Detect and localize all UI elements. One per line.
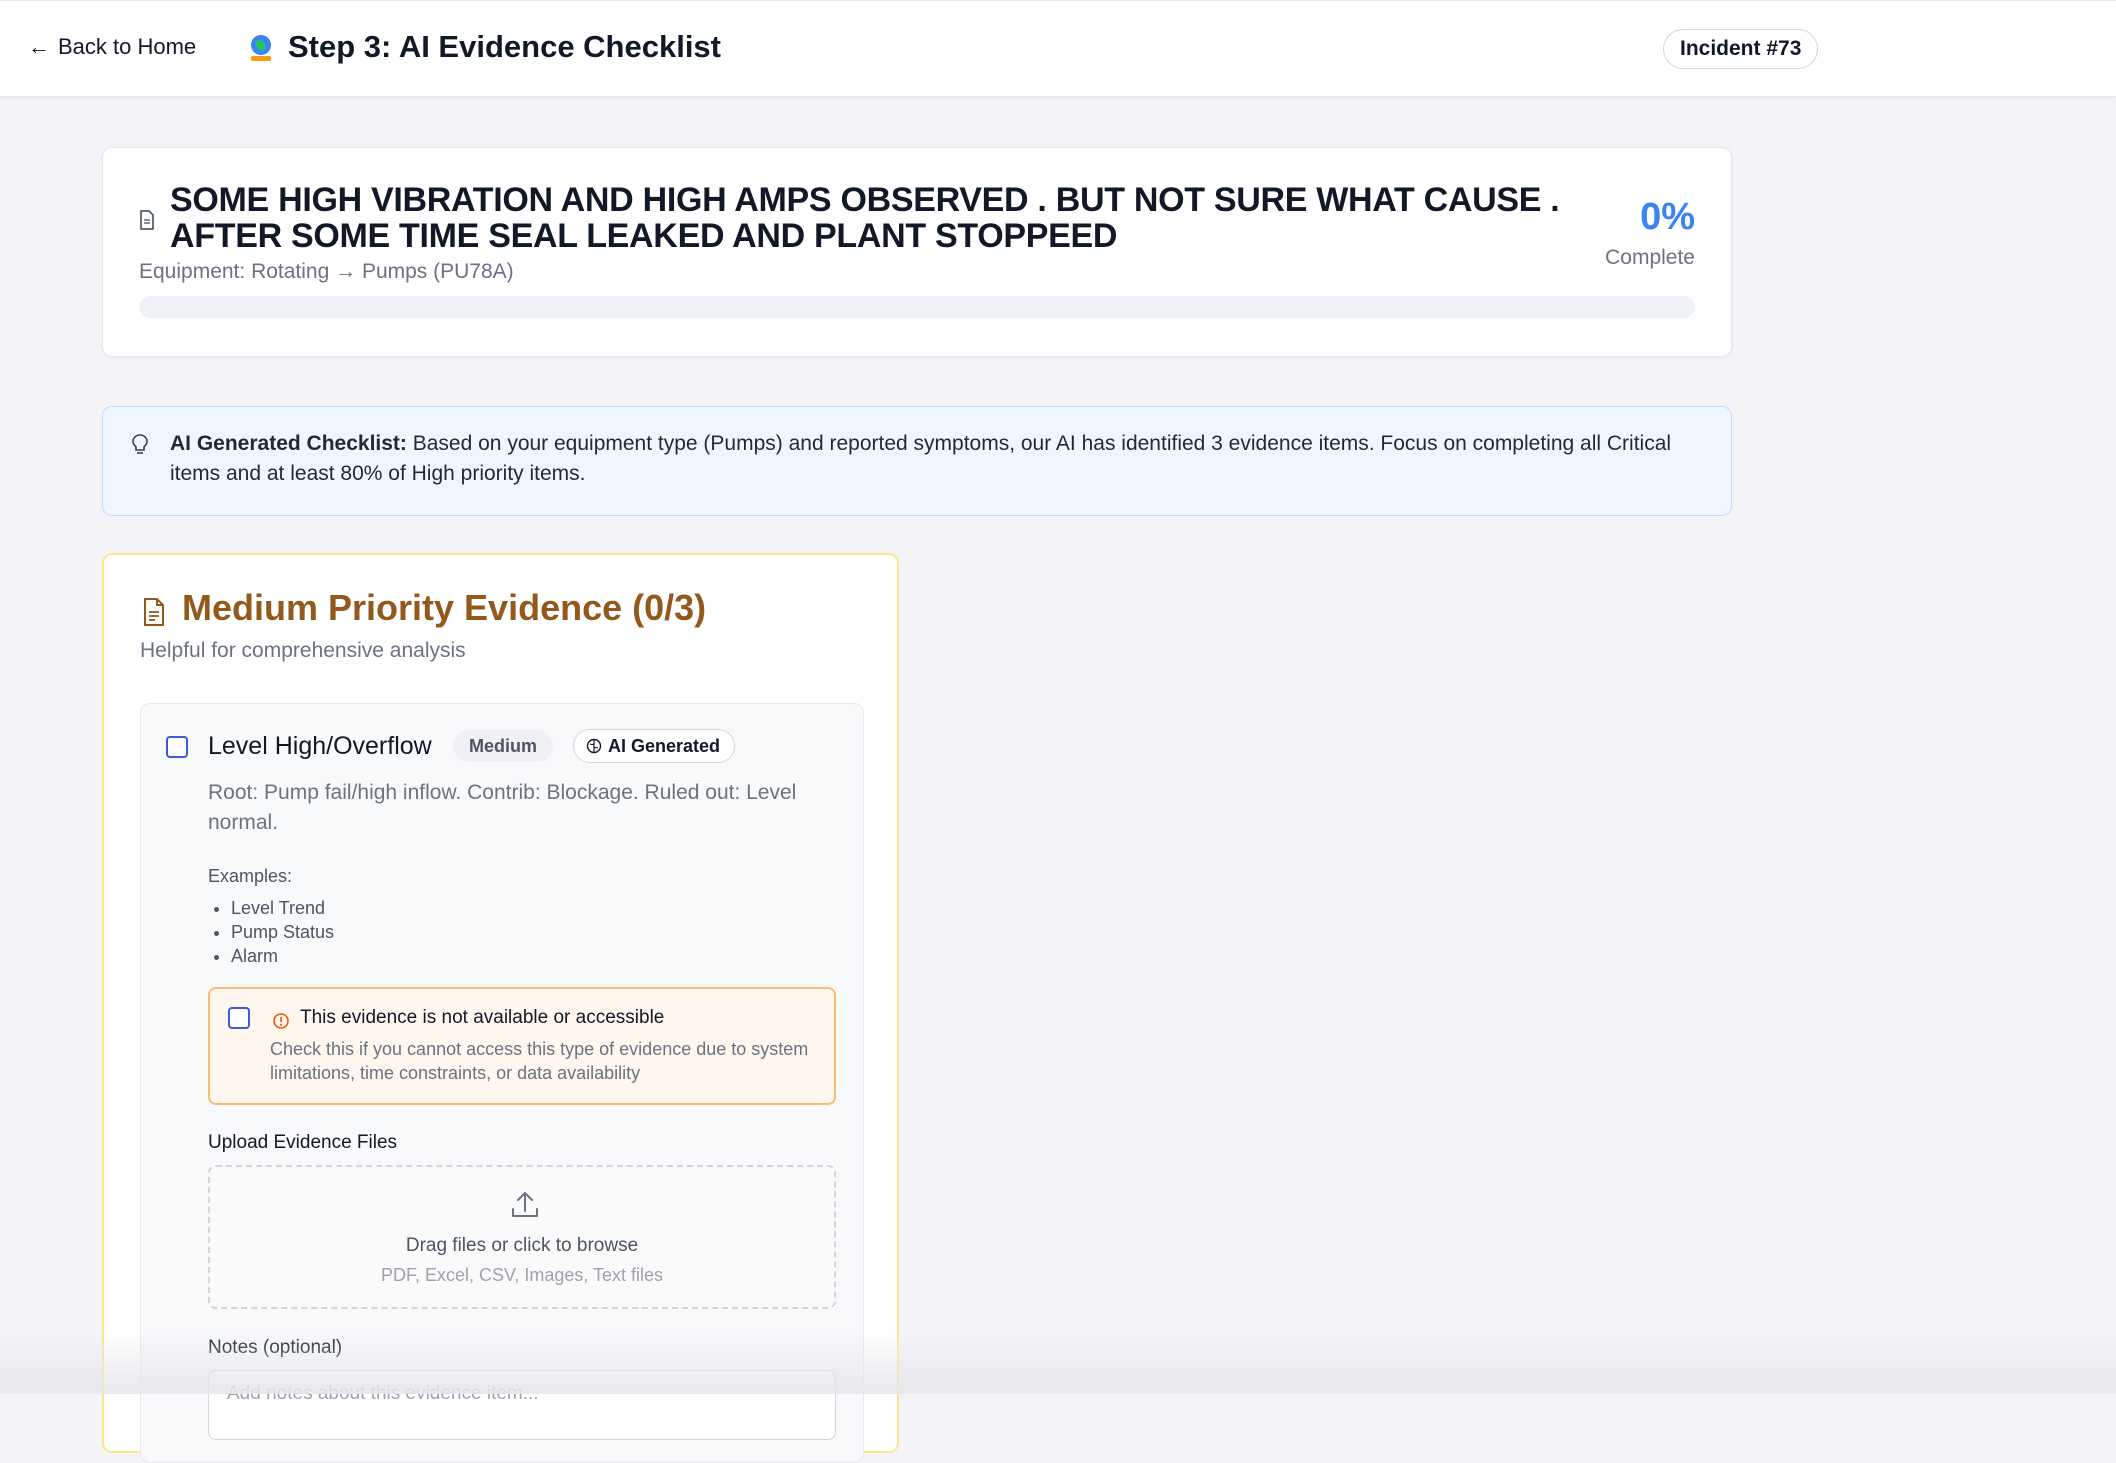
ai-checklist-info: AI Generated Checklist: Based on your eq… xyxy=(102,406,1732,516)
lightbulb-icon xyxy=(132,434,148,454)
list-item: Level Trend xyxy=(231,896,334,920)
incident-badge: Incident #73 xyxy=(1663,29,1819,69)
notes-input[interactable] xyxy=(208,1370,836,1440)
not-available-description: Check this if you cannot access this typ… xyxy=(270,1039,809,1083)
upload-label: Upload Evidence Files xyxy=(208,1132,398,1153)
brain-icon xyxy=(586,738,602,754)
top-bar: ← Back to Home Step 3: AI Evidence Check… xyxy=(0,0,2116,97)
file-dropzone[interactable]: Drag files or click to browse PDF, Excel… xyxy=(208,1165,836,1309)
examples-label: Examples: xyxy=(208,866,293,886)
evidence-title: Level High/Overflow xyxy=(208,732,432,760)
back-label: Back to Home xyxy=(58,34,197,59)
arrow-left-icon: ← xyxy=(28,34,50,59)
document-icon xyxy=(140,210,154,230)
dropzone-text: Drag files or click to browse xyxy=(405,1235,639,1256)
priority-tag: Medium xyxy=(453,730,554,762)
section-subtitle: Helpful for comprehensive analysis xyxy=(140,639,466,662)
not-available-box: This evidence is not available or access… xyxy=(208,987,836,1105)
alert-circle-icon xyxy=(273,1013,289,1029)
evidence-complete-checkbox[interactable] xyxy=(166,736,188,758)
dropzone-filetypes: PDF, Excel, CSV, Images, Text files xyxy=(380,1265,664,1285)
not-available-checkbox[interactable] xyxy=(228,1007,250,1029)
not-available-title: This evidence is not available or access… xyxy=(300,1007,665,1028)
info-lead: AI Generated Checklist: xyxy=(170,432,407,455)
incident-summary-card: SOME HIGH VIBRATION AND HIGH AMPS OBSERV… xyxy=(102,147,1732,357)
section-title: Medium Priority Evidence (0/3) xyxy=(182,587,707,628)
list-item: Alarm xyxy=(231,944,334,968)
notes-label: Notes (optional) xyxy=(208,1337,343,1358)
upload-icon xyxy=(512,1192,538,1217)
completion-label: Complete xyxy=(1605,246,1695,269)
app-logo-icon xyxy=(251,35,271,61)
completion-percent: 0% xyxy=(1640,196,1695,238)
examples-list: Level Trend Pump Status Alarm xyxy=(231,896,334,968)
equipment-path: Equipment: Rotating → Pumps (PU78A) xyxy=(139,260,514,283)
info-text: AI Generated Checklist: Based on your eq… xyxy=(170,429,1690,489)
progress-bar xyxy=(139,296,1695,318)
file-text-icon xyxy=(144,598,164,626)
incident-title: SOME HIGH VIBRATION AND HIGH AMPS OBSERV… xyxy=(170,181,1560,255)
evidence-description: Root: Pump fail/high inflow. Contrib: Bl… xyxy=(208,781,797,834)
medium-priority-section: Medium Priority Evidence (0/3) Helpful f… xyxy=(102,553,899,1463)
page-title: Step 3: AI Evidence Checklist xyxy=(288,29,722,64)
ai-tag-label: AI Generated xyxy=(608,736,721,756)
list-item: Pump Status xyxy=(231,920,334,944)
back-to-home-link[interactable]: ← Back to Home xyxy=(28,34,196,60)
ai-generated-tag: AI Generated xyxy=(573,729,736,763)
evidence-item-card: Level High/Overflow Medium AI Generated … xyxy=(140,703,864,1463)
